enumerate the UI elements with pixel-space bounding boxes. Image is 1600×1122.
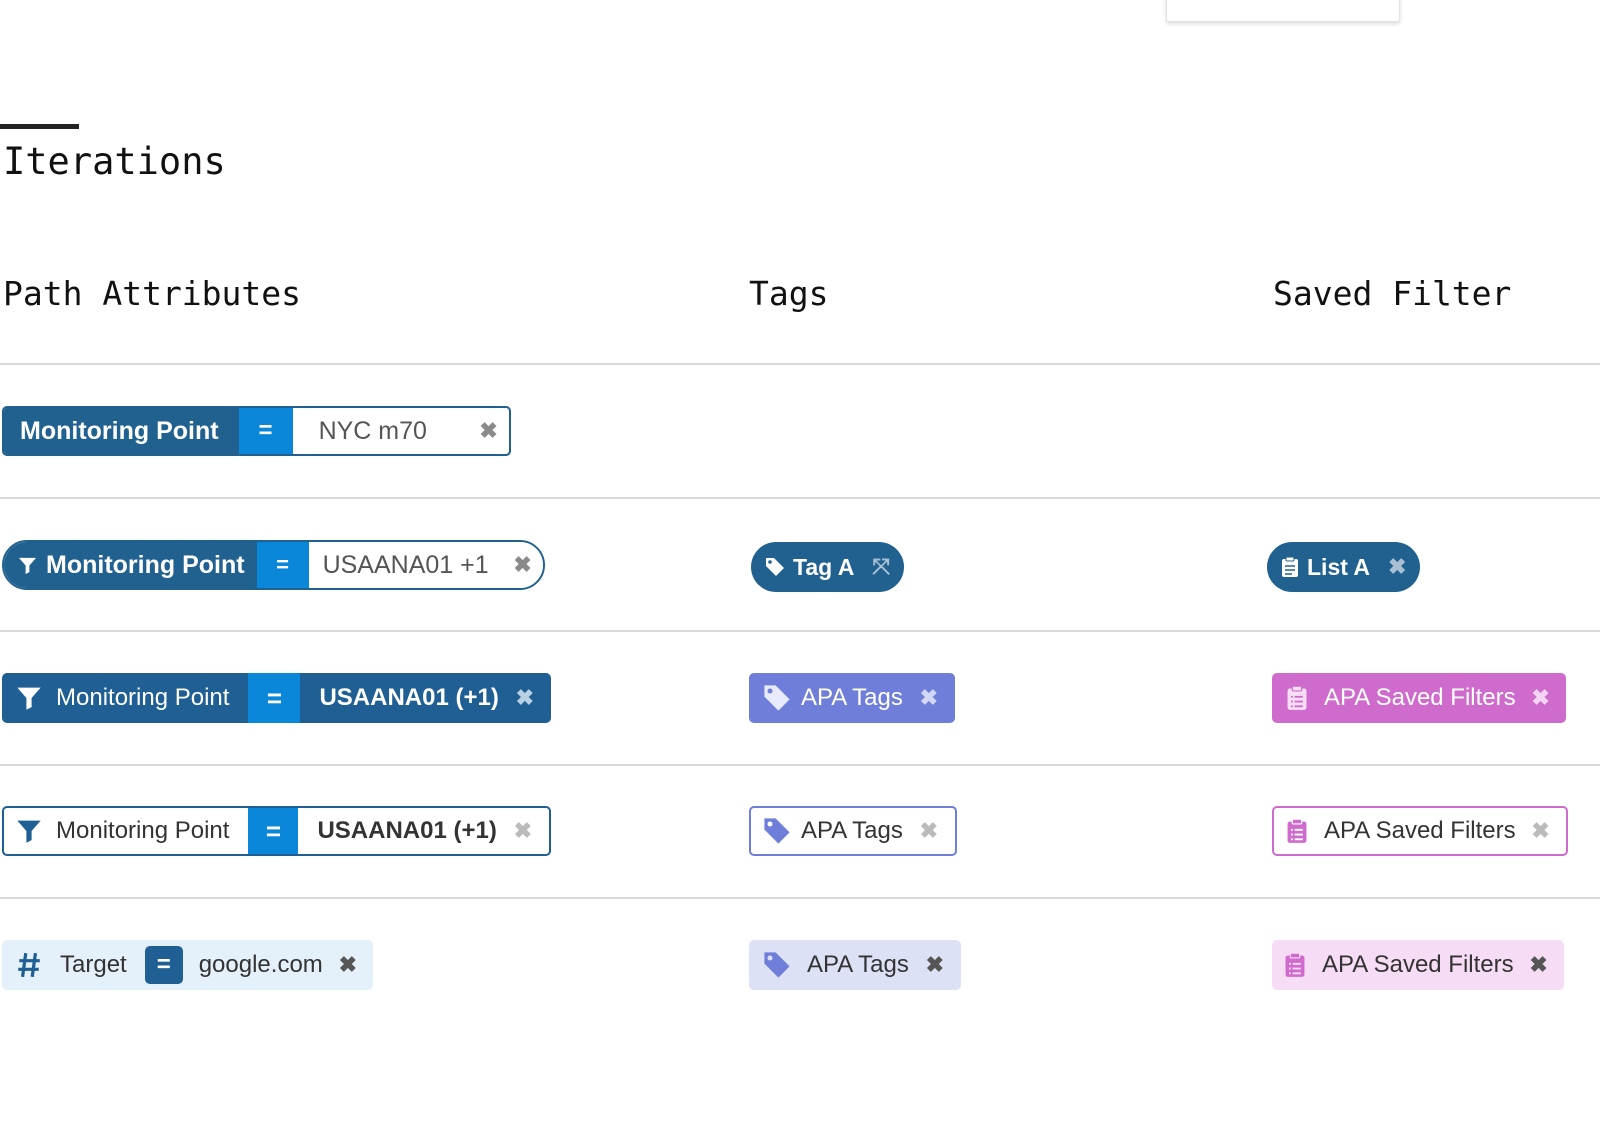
pill-content: APA Saved Filters xyxy=(1286,808,1516,854)
page-title: Iterations xyxy=(3,140,226,183)
remove-icon[interactable]: ✖ xyxy=(1516,808,1566,854)
pill-label: Tag A xyxy=(793,553,855,580)
path-attribute-pill[interactable]: Monitoring Point = USAANA01 +1 ✖ xyxy=(2,540,545,590)
pill-content: APA Saved Filters xyxy=(1284,940,1514,990)
column-header-tags: Tags xyxy=(749,274,829,313)
tag-icon xyxy=(764,952,790,978)
operator-badge[interactable]: = xyxy=(248,808,299,854)
pill-label: Monitoring Point xyxy=(46,550,245,579)
remove-icon[interactable]: ✖ xyxy=(903,808,955,854)
tag-icon xyxy=(766,558,784,576)
remove-icon[interactable]: ✖ xyxy=(1514,940,1564,990)
pill-label: APA Saved Filters xyxy=(1324,684,1516,711)
path-attribute-pill[interactable]: Monitoring Point = NYC m70 ✖ xyxy=(2,406,511,456)
pill-content: APA Tags xyxy=(763,940,909,990)
tag-pill[interactable]: APA Tags ✖ xyxy=(749,673,955,723)
remove-icon[interactable]: ✖ xyxy=(499,673,551,723)
pill-value[interactable]: google.com xyxy=(199,940,323,990)
path-attribute-pill[interactable]: Monitoring Point = USAANA01 (+1) ✖ xyxy=(2,806,551,856)
pill-label-group: Monitoring Point xyxy=(4,808,248,854)
pill-label: Monitoring Point xyxy=(56,817,230,844)
pill-label: APA Saved Filters xyxy=(1322,951,1514,978)
remove-icon[interactable]: ✖ xyxy=(1388,542,1406,592)
hash-icon xyxy=(18,952,40,978)
row-divider xyxy=(0,897,1600,899)
pill-label: Monitoring Point xyxy=(56,684,230,711)
tag-icon xyxy=(764,818,790,844)
pill-label-group: Target xyxy=(16,940,127,990)
pill-content: APA Saved Filters xyxy=(1286,673,1516,723)
tag-icon xyxy=(764,685,790,711)
operator-badge[interactable]: = xyxy=(248,673,301,723)
pill-label: APA Tags xyxy=(801,817,903,844)
section-accent-rule xyxy=(0,124,79,129)
path-attribute-pill[interactable]: Monitoring Point = USAANA01 (+1) ✖ xyxy=(2,673,551,723)
pill-label: List A xyxy=(1307,553,1371,580)
pill-label: APA Tags xyxy=(807,951,909,978)
clipboard-list-icon xyxy=(1285,952,1305,977)
remove-icon[interactable]: ✖ xyxy=(909,940,961,990)
row-divider xyxy=(0,764,1600,766)
pill-value[interactable]: USAANA01 (+1) xyxy=(298,808,496,854)
pill-value[interactable]: NYC m70 xyxy=(292,408,469,454)
operator-badge[interactable]: = xyxy=(144,946,183,984)
column-header-saved-filter: Saved Filter xyxy=(1273,274,1512,313)
path-attribute-pill[interactable]: Target = google.com ✖ xyxy=(2,940,373,990)
row-divider xyxy=(0,497,1600,499)
remove-icon[interactable]: ✖ xyxy=(497,808,549,854)
row-divider xyxy=(0,363,1600,365)
tag-pill[interactable]: Tag A ⤧ xyxy=(751,542,904,592)
tag-pill[interactable]: APA Tags ✖ xyxy=(749,940,961,990)
pill-label-group: Monitoring Point xyxy=(2,673,248,723)
pill-content: APA Tags xyxy=(763,673,903,723)
remove-icon[interactable]: ✖ xyxy=(903,673,955,723)
row-divider xyxy=(0,630,1600,632)
pill-content: Tag A xyxy=(765,542,854,592)
saved-filter-pill[interactable]: APA Saved Filters ✖ xyxy=(1272,940,1564,990)
remove-icon[interactable]: ✖ xyxy=(502,542,543,588)
expand-close-icon[interactable]: ⤧ xyxy=(872,542,890,592)
pill-value[interactable]: USAANA01 +1 xyxy=(308,542,503,588)
saved-filter-pill[interactable]: APA Saved Filters ✖ xyxy=(1272,673,1566,723)
clipboard-list-icon xyxy=(1287,685,1307,710)
pill-label: APA Saved Filters xyxy=(1324,817,1516,844)
remove-icon[interactable]: ✖ xyxy=(1516,673,1566,723)
remove-icon[interactable]: ✖ xyxy=(469,408,509,454)
column-header-path-attributes: Path Attributes xyxy=(3,274,302,313)
clipboard-icon xyxy=(1282,556,1298,577)
filter-icon xyxy=(17,687,41,710)
pill-value[interactable]: USAANA01 (+1) xyxy=(300,673,498,723)
saved-filter-pill[interactable]: APA Saved Filters ✖ xyxy=(1272,806,1568,856)
saved-filter-pill[interactable]: List A ✖ xyxy=(1267,542,1421,592)
pill-label-group: Monitoring Point xyxy=(4,542,257,588)
pill-content: List A xyxy=(1281,542,1370,592)
operator-badge[interactable]: = xyxy=(256,542,309,588)
filter-icon xyxy=(17,820,41,843)
pill-label: Target xyxy=(60,951,127,978)
pill-label: Monitoring Point xyxy=(4,408,239,454)
pill-label: APA Tags xyxy=(801,684,903,711)
filter-icon xyxy=(18,557,37,574)
tag-pill[interactable]: APA Tags ✖ xyxy=(749,806,957,856)
clipboard-list-icon xyxy=(1287,818,1307,843)
pill-content: APA Tags xyxy=(763,808,903,854)
remove-icon[interactable]: ✖ xyxy=(323,940,373,990)
operator-badge[interactable]: = xyxy=(238,408,293,454)
dropdown-menu-fragment xyxy=(1166,0,1400,22)
